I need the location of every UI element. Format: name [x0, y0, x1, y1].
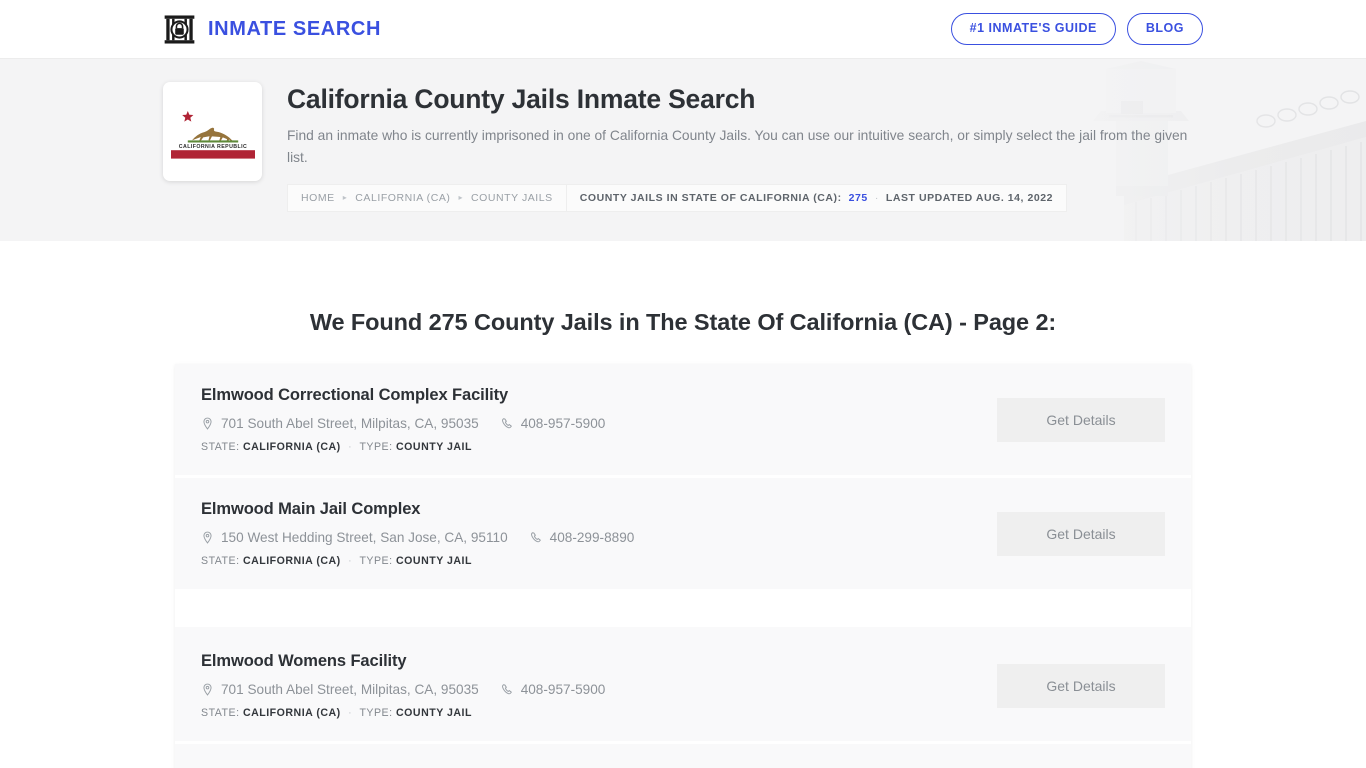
jail-name[interactable]: Elmwood Womens Facility [201, 652, 973, 671]
jail-contact: 701 South Abel Street, Milpitas, CA, 950… [201, 416, 973, 431]
type-label: TYPE: [359, 555, 393, 567]
table-row[interactable]: Elmwood Correctional Complex Facility 70… [175, 364, 1191, 478]
status-count-value: 275 [848, 191, 868, 204]
jail-meta: STATE: CALIFORNIA (CA) · TYPE: COUNTY JA… [201, 555, 973, 567]
jail-address: 150 West Hedding Street, San Jose, CA, 9… [201, 530, 508, 545]
chevron-right-icon: ▸ [342, 193, 348, 203]
california-flag-svg: CALIFORNIA REPUBLIC [170, 103, 255, 160]
california-state-flag: CALIFORNIA REPUBLIC [163, 82, 262, 181]
jail-meta: STATE: CALIFORNIA (CA) · TYPE: COUNTY JA… [201, 441, 973, 453]
state-value: CALIFORNIA (CA) [242, 441, 341, 453]
breadcrumb-item-county-jails[interactable]: COUNTY JAILS [471, 192, 553, 204]
phone-icon [501, 417, 514, 430]
map-pin-icon [201, 683, 214, 696]
phone-icon [530, 531, 543, 544]
state-value: CALIFORNIA (CA) [242, 707, 341, 719]
jail-phone-text: 408-299-8890 [549, 530, 635, 545]
map-pin-icon [201, 531, 214, 544]
jail-meta: STATE: CALIFORNIA (CA) · TYPE: COUNTY JA… [201, 707, 973, 719]
jail-name[interactable]: Elmwood Main Jail Complex [201, 500, 973, 519]
chevron-right-icon: ▸ [458, 193, 464, 203]
type-label: TYPE: [359, 441, 393, 453]
table-row[interactable]: Elmwood Womens Facility 701 South Abel S… [175, 630, 1191, 744]
table-row[interactable]: Elmwood Main Jail Complex 150 West Heddi… [175, 478, 1191, 592]
meta-separator-dot: · [348, 707, 353, 719]
breadcrumb-trail: HOME ▸ CALIFORNIA (CA) ▸ COUNTY JAILS [287, 183, 566, 212]
jail-results-list: Elmwood Correctional Complex Facility 70… [175, 364, 1191, 768]
jail-contact: 150 West Hedding Street, San Jose, CA, 9… [201, 530, 973, 545]
jail-name[interactable]: Elmwood Correctional Complex Facility [201, 386, 973, 405]
jail-info: Elmwood Womens Facility 701 South Abel S… [201, 652, 973, 719]
jail-contact: 701 South Abel Street, Milpitas, CA, 950… [201, 682, 973, 697]
jail-phone[interactable]: 408-957-5900 [501, 416, 606, 431]
breadcrumb-item-california[interactable]: CALIFORNIA (CA) [355, 192, 450, 204]
jail-address: 701 South Abel Street, Milpitas, CA, 950… [201, 416, 479, 431]
get-details-button[interactable]: Get Details [997, 511, 1165, 556]
meta-separator-dot: · [348, 441, 353, 453]
jail-phone-text: 408-957-5900 [520, 682, 606, 697]
svg-text:CALIFORNIA REPUBLIC: CALIFORNIA REPUBLIC [178, 144, 246, 150]
last-updated-label: LAST UPDATED AUG. 14, 2022 [885, 191, 1054, 204]
jail-phone-text: 408-957-5900 [520, 416, 606, 431]
blog-button[interactable]: BLOG [1126, 13, 1203, 45]
jail-address-text: 701 South Abel Street, Milpitas, CA, 950… [221, 416, 479, 431]
jail-phone[interactable]: 408-957-5900 [501, 682, 606, 697]
state-value: CALIFORNIA (CA) [242, 555, 341, 567]
state-label: STATE: [201, 707, 240, 719]
status-count-label: COUNTY JAILS IN STATE OF CALIFORNIA (CA)… [579, 191, 842, 204]
inmates-guide-button[interactable]: #1 INMATE'S GUIDE [950, 13, 1116, 45]
status-separator-dot: · [874, 191, 879, 204]
meta-separator-dot: · [348, 555, 353, 567]
type-label: TYPE: [359, 707, 393, 719]
brand-name: INMATE SEARCH [208, 17, 381, 40]
top-nav-actions: #1 INMATE'S GUIDE BLOG [950, 13, 1203, 45]
type-value: COUNTY JAIL [396, 441, 472, 453]
breadcrumb: HOME ▸ CALIFORNIA (CA) ▸ COUNTY JAILS CO… [287, 183, 1203, 212]
page-subtitle: Find an inmate who is currently imprison… [287, 128, 1188, 166]
empty-slot [175, 592, 1191, 630]
page-title: California County Jails Inmate Search [287, 84, 756, 114]
brand-logo-link[interactable]: INMATE SEARCH [163, 13, 381, 46]
type-value: COUNTY JAIL [396, 707, 472, 719]
jail-info: Elmwood Main Jail Complex 150 West Heddi… [201, 500, 973, 567]
get-details-button[interactable]: Get Details [997, 397, 1165, 442]
phone-icon [501, 683, 514, 696]
get-details-button[interactable]: Get Details [997, 663, 1165, 708]
padlock-jail-bars-icon [163, 13, 196, 46]
jail-info: Elmwood Correctional Complex Facility 70… [201, 386, 973, 453]
breadcrumb-item-home[interactable]: HOME [301, 192, 335, 204]
breadcrumb-status: COUNTY JAILS IN STATE OF CALIFORNIA (CA)… [565, 183, 1068, 212]
top-navigation-bar: INMATE SEARCH #1 INMATE'S GUIDE BLOG [0, 0, 1366, 59]
state-label: STATE: [201, 441, 240, 453]
jail-address-text: 150 West Hedding Street, San Jose, CA, 9… [221, 530, 508, 545]
results-heading: We Found 275 County Jails in The State O… [309, 309, 1057, 335]
table-row[interactable]: Fresno County Juvenile Justice Campus Ge… [175, 744, 1191, 768]
jail-address-text: 701 South Abel Street, Milpitas, CA, 950… [221, 682, 479, 697]
map-pin-icon [201, 417, 214, 430]
type-value: COUNTY JAIL [396, 555, 472, 567]
hero-banner: CALIFORNIA REPUBLIC California County Ja… [0, 59, 1366, 241]
state-label: STATE: [201, 555, 240, 567]
jail-phone[interactable]: 408-299-8890 [530, 530, 635, 545]
jail-address: 701 South Abel Street, Milpitas, CA, 950… [201, 682, 479, 697]
